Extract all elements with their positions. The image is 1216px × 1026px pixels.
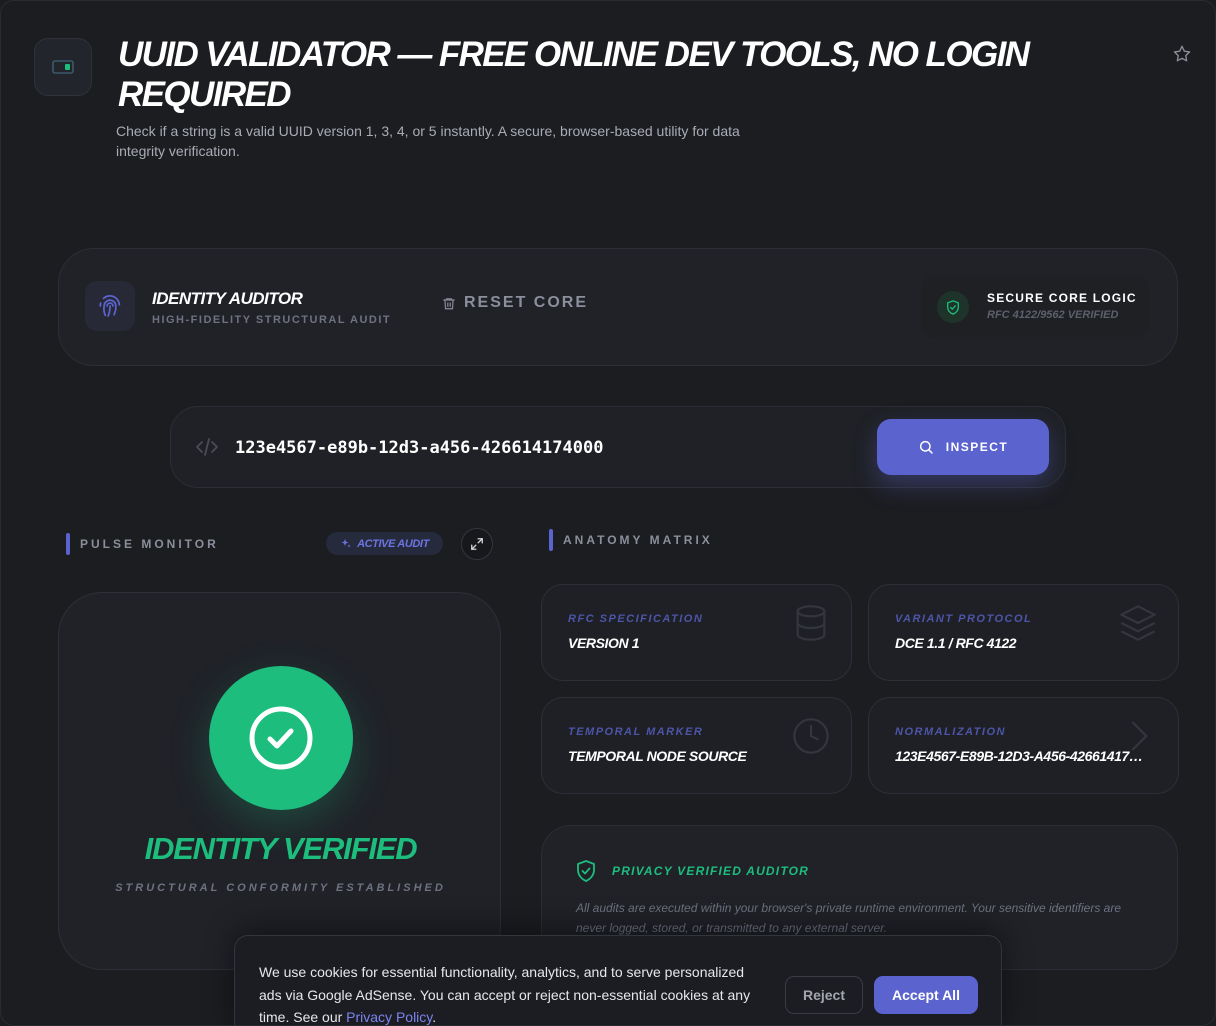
auditor-subtitle: HIGH-FIDELITY STRUCTURAL AUDIT (152, 314, 392, 326)
inspect-label: INSPECT (945, 440, 1009, 454)
fingerprint-icon (85, 281, 135, 331)
pulse-monitor-card: IDENTITY VERIFIED STRUCTURAL CONFORMITY … (58, 592, 501, 970)
secure-core-title: SECURE CORE LOGIC (987, 291, 1137, 305)
database-icon (796, 605, 826, 641)
page-description: Check if a string is a valid UUID versio… (116, 123, 740, 159)
pulse-monitor-heading: PULSE MONITOR (66, 533, 219, 555)
verification-status: IDENTITY VERIFIED (144, 831, 418, 866)
app-window: UUID VALIDATOR — FREE ONLINE DEV TOOLS, … (0, 0, 1216, 1026)
chevron-right-icon (1131, 721, 1148, 751)
cookie-text: We use cookies for essential functionali… (259, 961, 769, 1025)
secure-core-subtitle: RFC 4122/9562 VERIFIED (987, 309, 1119, 321)
tile-value: 123E4567-E89B-12D3-A456-426614174000 (895, 748, 1150, 764)
expand-icon[interactable] (461, 528, 493, 560)
clock-icon (793, 718, 829, 754)
verification-substatus: STRUCTURAL CONFORMITY ESTABLISHED (115, 882, 446, 894)
anatomy-tile-normalization: NORMALIZATION 123E4567-E89B-12D3-A456-42… (868, 697, 1179, 794)
reject-cookies-button[interactable]: Reject (785, 976, 863, 1014)
cookie-banner: We use cookies for essential functionali… (234, 935, 1002, 1025)
tile-label: VARIANT PROTOCOL (895, 613, 1033, 625)
code-icon (196, 438, 218, 456)
uuid-input-bar: INSPECT (170, 406, 1066, 488)
privacy-policy-link[interactable]: Privacy Policy (346, 1009, 432, 1025)
secure-core-panel: SECURE CORE LOGIC RFC 4122/9562 VERIFIED (921, 275, 1149, 339)
tool-logo-icon (34, 38, 92, 96)
tile-label: RFC SPECIFICATION (568, 613, 704, 625)
active-audit-label: ACTIVE AUDIT (357, 537, 429, 550)
shield-check-icon (937, 291, 969, 323)
page-title: UUID VALIDATOR — FREE ONLINE DEV TOOLS, … (118, 35, 1030, 114)
anatomy-matrix-heading: ANATOMY MATRIX (549, 529, 713, 551)
layers-icon (1120, 605, 1156, 641)
tile-label: TEMPORAL MARKER (568, 726, 704, 738)
accept-all-cookies-button[interactable]: Accept All (874, 976, 978, 1014)
star-icon[interactable] (1169, 41, 1195, 67)
shield-check-icon (577, 860, 595, 882)
check-circle-icon (209, 666, 353, 810)
cookie-message: We use cookies for essential functionali… (259, 964, 751, 1025)
sparkle-icon (341, 538, 351, 547)
auditor-title: IDENTITY AUDITOR (152, 289, 303, 308)
uuid-input[interactable] (235, 433, 855, 463)
trash-icon (443, 297, 455, 309)
anatomy-tile-variant: VARIANT PROTOCOL DCE 1.1 / RFC 4122 (868, 584, 1179, 681)
tile-value: DCE 1.1 / RFC 4122 (895, 635, 1017, 651)
reset-core-button[interactable]: RESET CORE (442, 294, 588, 312)
reset-core-label: RESET CORE (464, 294, 589, 311)
privacy-text: All audits are executed within your brow… (576, 901, 1121, 935)
auditor-toolbar: IDENTITY AUDITOR HIGH-FIDELITY STRUCTURA… (58, 248, 1178, 366)
privacy-title: PRIVACY VERIFIED AUDITOR (612, 864, 810, 878)
inspect-button[interactable]: INSPECT (877, 419, 1049, 475)
tile-value: TEMPORAL NODE SOURCE (568, 748, 747, 764)
tile-value: VERSION 1 (568, 635, 640, 651)
cookie-message-end: . (432, 1009, 437, 1025)
tile-label: NORMALIZATION (895, 726, 1006, 738)
anatomy-tile-rfc: RFC SPECIFICATION VERSION 1 (541, 584, 852, 681)
active-audit-badge: ACTIVE AUDIT (326, 532, 443, 555)
search-icon (919, 440, 933, 454)
anatomy-tile-temporal: TEMPORAL MARKER TEMPORAL NODE SOURCE (541, 697, 852, 794)
